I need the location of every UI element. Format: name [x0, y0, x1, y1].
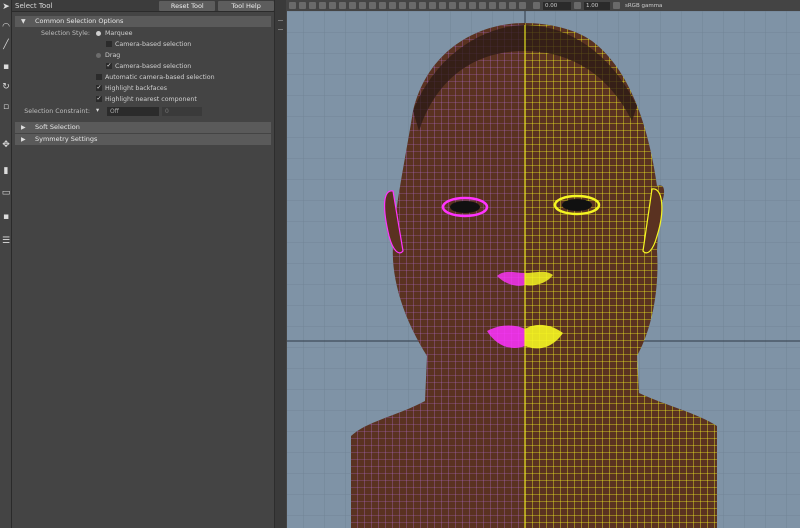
constraint-chevron-icon: ▾: [96, 107, 100, 114]
collapsed-triangle-icon: ▶: [21, 136, 26, 143]
exposure-icon[interactable]: [533, 2, 540, 9]
move-tool-icon[interactable]: ▪: [1, 62, 11, 72]
lasso-tool-icon[interactable]: ◠: [1, 22, 11, 32]
camera-based-checkbox-1[interactable]: [106, 41, 112, 47]
collapsed-triangle-icon: ▶: [21, 124, 26, 131]
tool-settings-title: Select Tool: [15, 1, 53, 10]
gamma-field[interactable]: 1.00: [584, 1, 610, 10]
selection-style-label: Selection Style:: [41, 30, 90, 37]
reset-tool-button[interactable]: Reset Tool: [159, 0, 216, 11]
anti-aliasing-icon[interactable]: [469, 2, 476, 9]
viewport-3d[interactable]: 0.00 1.00 sRGB gamma: [287, 0, 800, 528]
color-management-icon[interactable]: [613, 2, 620, 9]
symmetry-settings-header[interactable]: ▶ Symmetry Settings: [15, 134, 271, 145]
viewport-toolbar: 0.00 1.00 sRGB gamma: [287, 0, 800, 11]
motion-blur-icon[interactable]: [459, 2, 466, 9]
tool-help-button[interactable]: Tool Help: [218, 0, 274, 11]
marquee-radio[interactable]: [96, 31, 101, 36]
wireframe-on-shaded-icon[interactable]: [409, 2, 416, 9]
xray-icon[interactable]: [499, 2, 506, 9]
scale-tool-icon[interactable]: ▫: [1, 102, 11, 112]
film-gate-icon[interactable]: [339, 2, 346, 9]
manipulator-icon[interactable]: ✥: [1, 140, 11, 150]
select-tool-icon[interactable]: ➤: [1, 2, 11, 12]
image-plane-icon[interactable]: [319, 2, 326, 9]
paint-select-icon[interactable]: ╱: [1, 40, 11, 50]
color-space-label[interactable]: sRGB gamma: [625, 3, 662, 9]
ambient-occlusion-icon[interactable]: [449, 2, 456, 9]
drag-label: Drag: [105, 52, 121, 59]
constraint-extra-field[interactable]: 0: [162, 107, 202, 116]
panel-splitter[interactable]: [274, 0, 286, 528]
exposure-field[interactable]: 0.00: [543, 1, 571, 10]
common-selection-options-header[interactable]: ▼ Common Selection Options: [15, 16, 271, 27]
gamma-icon[interactable]: [574, 2, 581, 9]
tool-settings-panel: Select Tool Reset Tool Tool Help ▼ Commo…: [12, 0, 274, 528]
highlight-backfaces-label: Highlight backfaces: [105, 84, 168, 92]
viewport-scene: [287, 11, 800, 528]
tool-settings-header: Select Tool Reset Tool Tool Help: [12, 0, 274, 12]
expanded-triangle-icon: ▼: [21, 18, 26, 25]
camera-icon[interactable]: [289, 2, 296, 9]
bookmark-icon[interactable]: [309, 2, 316, 9]
selection-constraint-label: Selection Constraint:: [24, 108, 90, 115]
auto-camera-label: Automatic camera-based selection: [105, 73, 215, 81]
camera-based-label-1: Camera-based selection: [115, 40, 192, 48]
field-chart-icon[interactable]: [369, 2, 376, 9]
soft-selection-header[interactable]: ▶ Soft Selection: [15, 122, 271, 133]
wireframe-icon[interactable]: [389, 2, 396, 9]
xray-components-icon[interactable]: [519, 2, 526, 9]
resolution-gate-icon[interactable]: [349, 2, 356, 9]
section-label: Soft Selection: [35, 123, 80, 131]
layout-four-icon[interactable]: ▪: [1, 212, 11, 222]
splitter-grip-icon: [278, 20, 283, 30]
maya-window: ➤ ◠ ╱ ▪ ↻ ▫ ✥ ▮ ▭ ▪ ☰ Select Tool Reset …: [0, 0, 800, 528]
layout-single-icon[interactable]: ▮: [1, 166, 11, 176]
layout-two-icon[interactable]: ▭: [1, 188, 11, 198]
outliner-icon[interactable]: ☰: [1, 236, 11, 246]
gate-mask-icon[interactable]: [359, 2, 366, 9]
lights-icon[interactable]: [429, 2, 436, 9]
toolbox: ➤ ◠ ╱ ▪ ↻ ▫ ✥ ▮ ▭ ▪ ☰: [0, 0, 12, 528]
section-label: Common Selection Options: [35, 17, 124, 25]
safe-action-icon[interactable]: [379, 2, 386, 9]
section-label: Symmetry Settings: [35, 135, 98, 143]
auto-camera-checkbox[interactable]: [96, 74, 102, 80]
shadows-icon[interactable]: [439, 2, 446, 9]
camera-attributes-icon[interactable]: [299, 2, 306, 9]
camera-based-label-2: Camera-based selection: [115, 62, 192, 70]
highlight-backfaces-checkbox[interactable]: ✓: [96, 85, 102, 91]
rotate-tool-icon[interactable]: ↻: [1, 82, 11, 92]
smooth-shade-icon[interactable]: [399, 2, 406, 9]
grid-icon[interactable]: [329, 2, 336, 9]
depth-of-field-icon[interactable]: [479, 2, 486, 9]
marquee-label: Marquee: [105, 30, 133, 37]
highlight-nearest-label: Highlight nearest component: [105, 95, 197, 103]
textured-icon[interactable]: [419, 2, 426, 9]
selection-constraint-dropdown[interactable]: Off: [107, 107, 159, 116]
xray-joints-icon[interactable]: [509, 2, 516, 9]
camera-based-checkbox-2[interactable]: ✓: [106, 63, 112, 69]
isolate-select-icon[interactable]: [489, 2, 496, 9]
highlight-nearest-checkbox[interactable]: ✓: [96, 96, 102, 102]
drag-radio[interactable]: [96, 53, 101, 58]
